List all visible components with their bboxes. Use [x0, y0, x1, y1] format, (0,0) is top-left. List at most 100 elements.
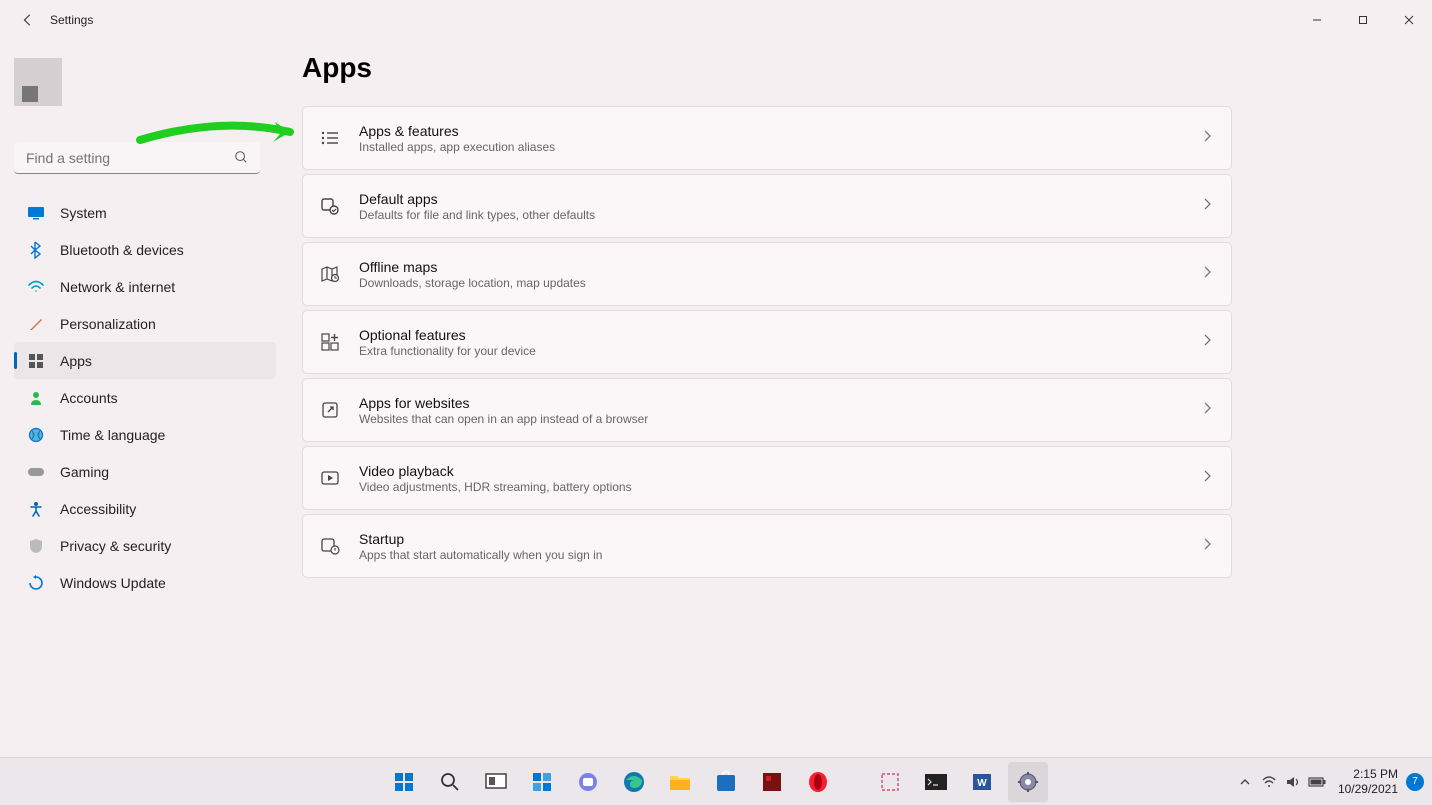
- nav-gaming[interactable]: Gaming: [14, 453, 276, 490]
- card-subtitle: Websites that can open in an app instead…: [359, 412, 1203, 426]
- nav-bluetooth[interactable]: Bluetooth & devices: [14, 231, 276, 268]
- chevron-right-icon: [1203, 401, 1211, 419]
- nav-label: Accessibility: [60, 501, 136, 517]
- nav-label: System: [60, 205, 107, 221]
- nav-personalization[interactable]: Personalization: [14, 305, 276, 342]
- card-subtitle: Defaults for file and link types, other …: [359, 208, 1203, 222]
- nav-time[interactable]: Time & language: [14, 416, 276, 453]
- maximize-button[interactable]: [1340, 5, 1386, 35]
- shield-icon: [26, 536, 46, 556]
- card-subtitle: Video adjustments, HDR streaming, batter…: [359, 480, 1203, 494]
- user-avatar[interactable]: [14, 58, 62, 106]
- word-app[interactable]: W: [962, 762, 1002, 802]
- card-title: Offline maps: [359, 259, 1203, 275]
- nav-label: Accounts: [60, 390, 118, 406]
- opera-app[interactable]: [798, 762, 838, 802]
- card-subtitle: Installed apps, app execution aliases: [359, 140, 1203, 154]
- nav-accounts[interactable]: Accounts: [14, 379, 276, 416]
- start-button[interactable]: [384, 762, 424, 802]
- nav-label: Apps: [60, 353, 92, 369]
- nav-label: Gaming: [60, 464, 109, 480]
- edge-app[interactable]: [614, 762, 654, 802]
- card-title: Apps for websites: [359, 395, 1203, 411]
- update-icon: [26, 573, 46, 593]
- app-red[interactable]: [752, 762, 792, 802]
- nav-update[interactable]: Windows Update: [14, 564, 276, 601]
- card-subtitle: Downloads, storage location, map updates: [359, 276, 1203, 290]
- chevron-right-icon: [1203, 129, 1211, 147]
- nav-label: Privacy & security: [60, 538, 171, 554]
- app-store[interactable]: [706, 762, 746, 802]
- search-icon: [234, 150, 248, 169]
- nav-label: Bluetooth & devices: [60, 242, 184, 258]
- nav-privacy[interactable]: Privacy & security: [14, 527, 276, 564]
- nav-label: Windows Update: [60, 575, 166, 591]
- back-button[interactable]: [10, 2, 46, 38]
- card-video-playback[interactable]: Video playbackVideo adjustments, HDR str…: [302, 446, 1232, 510]
- video-icon: [319, 467, 341, 489]
- open-external-icon: [319, 399, 341, 421]
- nav-network[interactable]: Network & internet: [14, 268, 276, 305]
- card-title: Video playback: [359, 463, 1203, 479]
- teams-chat[interactable]: [568, 762, 608, 802]
- card-apps-features[interactable]: Apps & featuresInstalled apps, app execu…: [302, 106, 1232, 170]
- search-input[interactable]: [14, 142, 260, 174]
- plus-grid-icon: [319, 331, 341, 353]
- card-apps-websites[interactable]: Apps for websitesWebsites that can open …: [302, 378, 1232, 442]
- window-title: Settings: [50, 13, 93, 27]
- task-view[interactable]: [476, 762, 516, 802]
- card-subtitle: Extra functionality for your device: [359, 344, 1203, 358]
- chevron-right-icon: [1203, 333, 1211, 351]
- nav-apps[interactable]: Apps: [14, 342, 276, 379]
- card-title: Default apps: [359, 191, 1203, 207]
- nav-label: Network & internet: [60, 279, 175, 295]
- nav-label: Personalization: [60, 316, 156, 332]
- file-explorer[interactable]: [660, 762, 700, 802]
- nav-list: System Bluetooth & devices Network & int…: [14, 194, 276, 601]
- paint-icon: [26, 314, 46, 334]
- close-button[interactable]: [1386, 5, 1432, 35]
- card-title: Optional features: [359, 327, 1203, 343]
- tray-volume-icon[interactable]: [1282, 770, 1304, 794]
- card-startup[interactable]: StartupApps that start automatically whe…: [302, 514, 1232, 578]
- tray-battery-icon[interactable]: [1306, 770, 1328, 794]
- chevron-right-icon: [1203, 197, 1211, 215]
- nav-label: Time & language: [60, 427, 165, 443]
- sidebar: System Bluetooth & devices Network & int…: [0, 40, 290, 757]
- tray-wifi-icon[interactable]: [1258, 770, 1280, 794]
- terminal-app[interactable]: [916, 762, 956, 802]
- page-title: Apps: [302, 52, 1392, 84]
- card-title: Apps & features: [359, 123, 1203, 139]
- tray-clock[interactable]: 2:15 PM10/29/2021: [1338, 767, 1398, 797]
- bluetooth-icon: [26, 240, 46, 260]
- card-offline-maps[interactable]: Offline mapsDownloads, storage location,…: [302, 242, 1232, 306]
- nav-system[interactable]: System: [14, 194, 276, 231]
- accessibility-icon: [26, 499, 46, 519]
- chevron-right-icon: [1203, 469, 1211, 487]
- notifications-badge[interactable]: 7: [1406, 773, 1424, 791]
- wifi-icon: [26, 277, 46, 297]
- taskbar-search[interactable]: [430, 762, 470, 802]
- map-icon: [319, 263, 341, 285]
- chevron-right-icon: [1203, 265, 1211, 283]
- snip-app[interactable]: [870, 762, 910, 802]
- apps-icon: [26, 351, 46, 371]
- taskbar: W 2:15 PM10/29/2021 7: [0, 757, 1432, 805]
- gamepad-icon: [26, 462, 46, 482]
- settings-app[interactable]: [1008, 762, 1048, 802]
- minimize-button[interactable]: [1294, 5, 1340, 35]
- nav-accessibility[interactable]: Accessibility: [14, 490, 276, 527]
- chevron-right-icon: [1203, 537, 1211, 555]
- globe-icon: [26, 425, 46, 445]
- list-icon: [319, 127, 341, 149]
- card-title: Startup: [359, 531, 1203, 547]
- tray-overflow[interactable]: [1234, 770, 1256, 794]
- widgets[interactable]: [522, 762, 562, 802]
- startup-icon: [319, 535, 341, 557]
- svg-text:W: W: [977, 778, 987, 789]
- card-default-apps[interactable]: Default appsDefaults for file and link t…: [302, 174, 1232, 238]
- monitor-icon: [26, 203, 46, 223]
- card-optional-features[interactable]: Optional featuresExtra functionality for…: [302, 310, 1232, 374]
- card-subtitle: Apps that start automatically when you s…: [359, 548, 1203, 562]
- person-icon: [26, 388, 46, 408]
